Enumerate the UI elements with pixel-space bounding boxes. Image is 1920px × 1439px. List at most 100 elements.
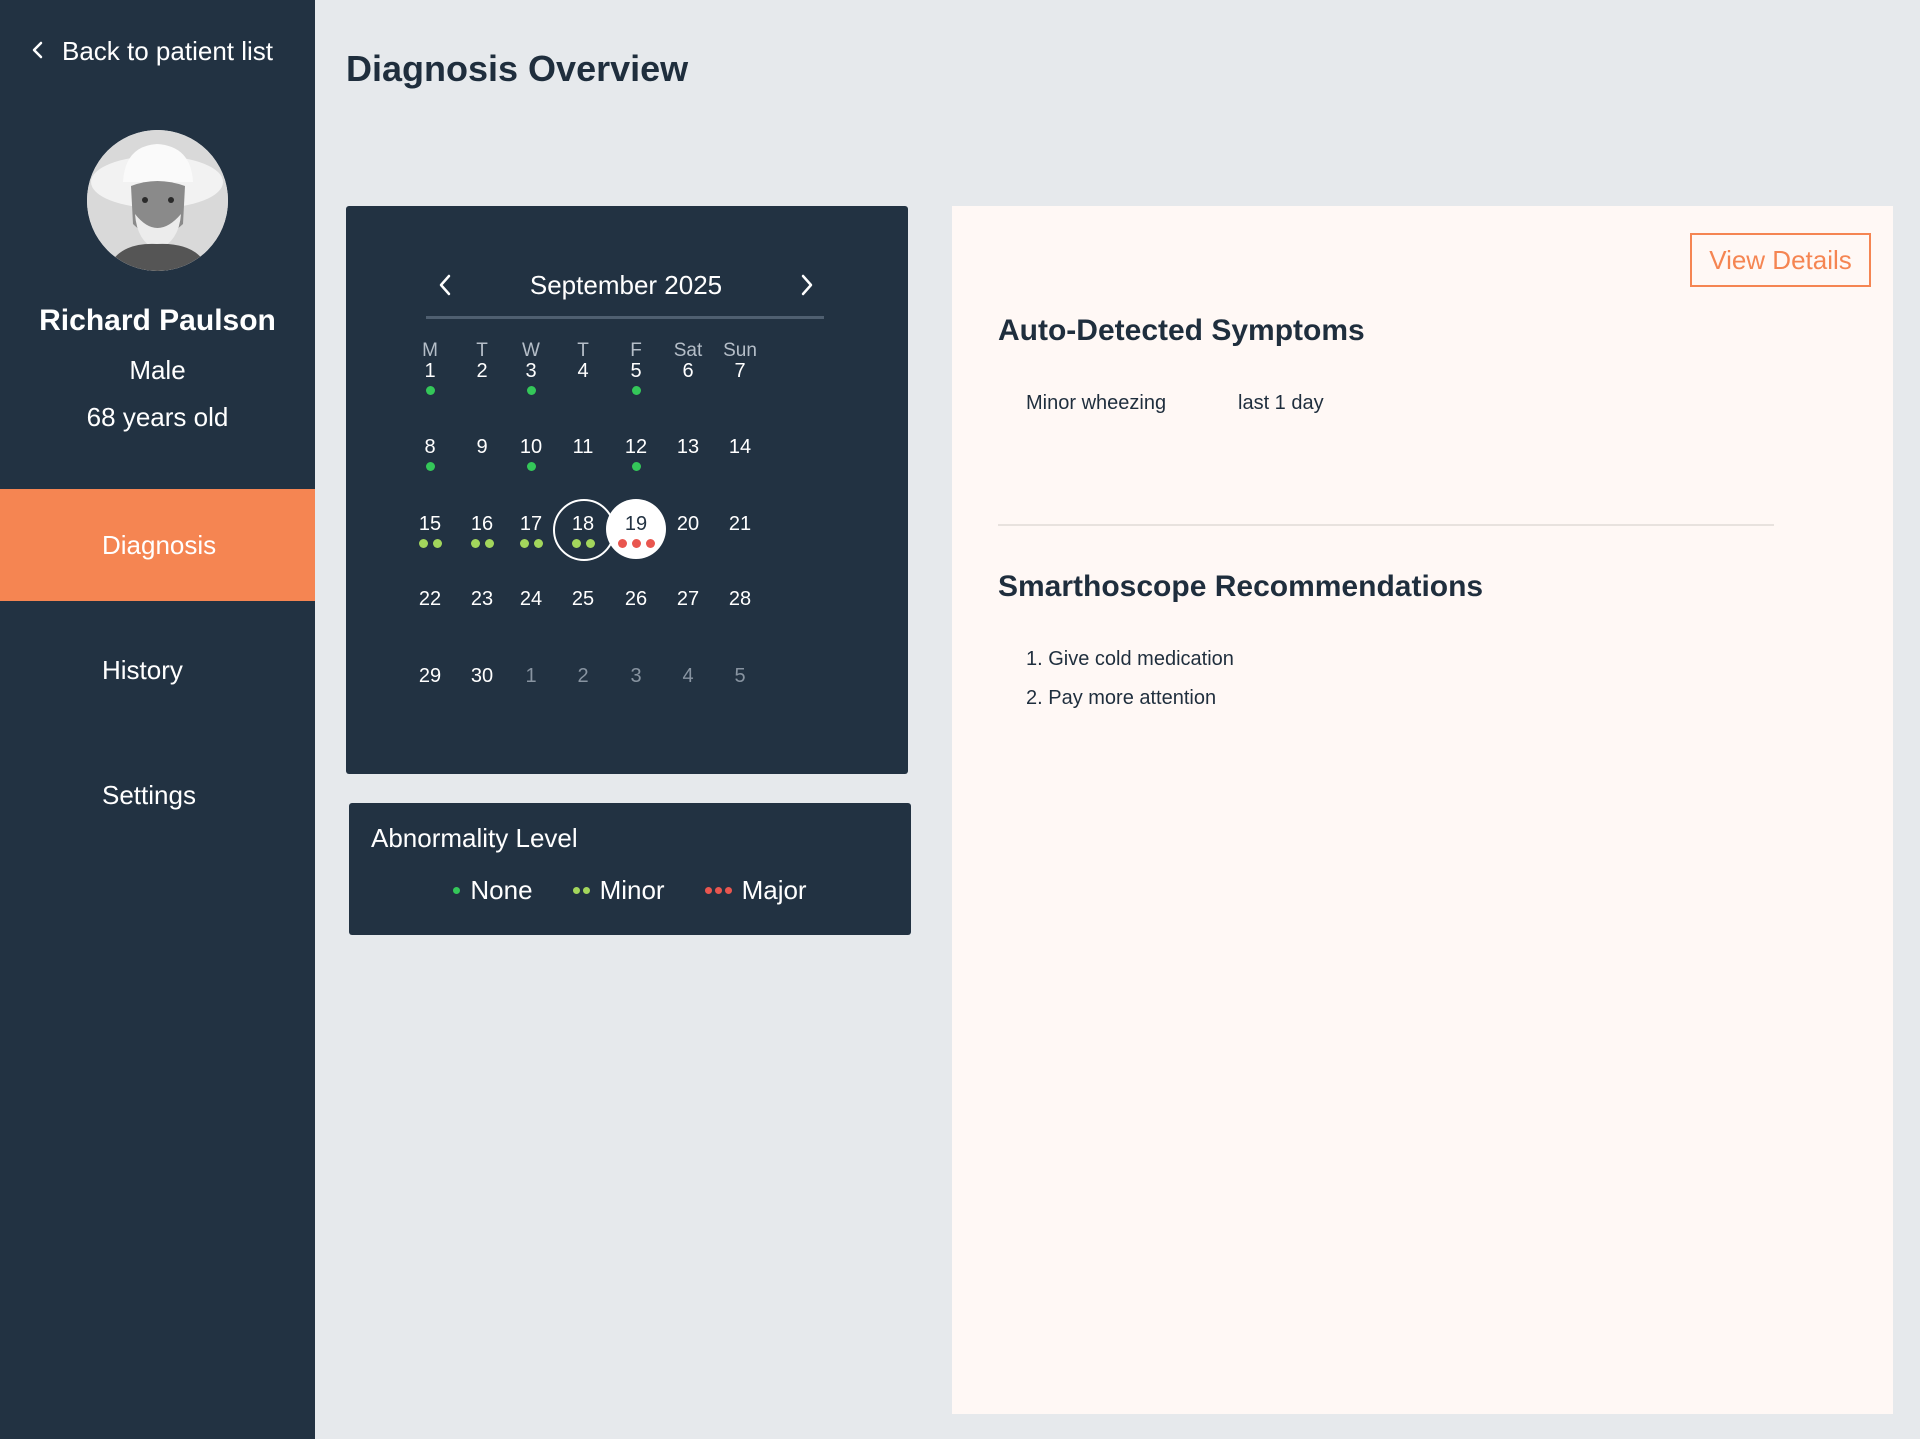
- day-number: 18: [571, 513, 595, 535]
- legend-dot: [704, 887, 712, 894]
- calendar-day[interactable]: 4: [658, 651, 718, 711]
- day-number: 26: [624, 588, 648, 610]
- calendar-divider: [426, 316, 824, 319]
- diagnosis-panel: View Details Auto-Detected Symptoms Mino…: [952, 206, 1893, 1414]
- abnormality-dot: [631, 539, 641, 548]
- abnormality-dot: [631, 386, 641, 395]
- chevron-left-icon: [30, 36, 46, 67]
- calendar-day[interactable]: 14: [710, 422, 770, 482]
- abnormality-dot: [533, 539, 543, 548]
- calendar-day[interactable]: 1: [400, 346, 460, 406]
- abnormality-dots: [553, 539, 613, 548]
- calendar-day[interactable]: 28: [710, 574, 770, 634]
- abnormality-dots: [606, 386, 666, 395]
- calendar-day[interactable]: 20: [658, 499, 718, 559]
- day-number: 27: [676, 588, 700, 610]
- recommendation-item: 1. Give cold medication: [1026, 648, 1234, 670]
- day-number: 1: [525, 665, 537, 687]
- day-number: 22: [418, 588, 442, 610]
- section-divider: [998, 524, 1774, 526]
- sidebar: Back to patient list Richard Paulson Mal…: [0, 0, 315, 1439]
- abnormality-dot: [484, 539, 494, 548]
- calendar-day[interactable]: 15: [400, 499, 460, 559]
- back-to-patient-list-link[interactable]: Back to patient list: [30, 36, 273, 67]
- calendar-day[interactable]: 18: [553, 499, 615, 561]
- calendar-day[interactable]: 4: [553, 346, 613, 406]
- calendar-day[interactable]: 29: [400, 651, 460, 711]
- abnormality-dots: [606, 539, 666, 548]
- day-number: 21: [728, 513, 752, 535]
- abnormality-dot: [425, 462, 435, 471]
- nav-item-history[interactable]: History: [0, 614, 315, 726]
- calendar-day[interactable]: 11: [553, 422, 613, 482]
- legend-label: None: [470, 875, 533, 905]
- day-number: 11: [572, 436, 594, 458]
- day-number: 4: [682, 665, 694, 687]
- calendar-day[interactable]: 3: [606, 651, 666, 711]
- abnormality-dots: [400, 386, 460, 395]
- calendar-day[interactable]: 22: [400, 574, 460, 634]
- calendar-day[interactable]: 19: [606, 499, 666, 559]
- calendar-day[interactable]: 5: [710, 651, 770, 711]
- day-number: 8: [424, 436, 436, 458]
- calendar: September 2025 M T W T F Sat Sun 1 2 3 4 5 6 7 8 9 10 11 1…: [346, 206, 908, 774]
- abnormality-dot: [526, 386, 536, 395]
- symptom-duration: last 1 day: [1238, 392, 1324, 414]
- calendar-day[interactable]: 25: [553, 574, 613, 634]
- abnormality-dots: [501, 462, 561, 471]
- nav-item-diagnosis[interactable]: Diagnosis: [0, 489, 315, 601]
- legend-dot: [714, 887, 722, 894]
- calendar-day[interactable]: 6: [658, 346, 718, 406]
- day-number: 19: [624, 513, 648, 535]
- day-number: 7: [734, 360, 746, 382]
- abnormality-dot: [418, 539, 428, 548]
- abnormality-dots: [400, 462, 460, 471]
- calendar-day[interactable]: 5: [606, 346, 666, 406]
- symptom-name: Minor wheezing: [1026, 392, 1167, 414]
- calendar-day[interactable]: 8: [400, 422, 460, 482]
- calendar-day[interactable]: 13: [658, 422, 718, 482]
- calendar-day[interactable]: 3: [501, 346, 561, 406]
- legend-title: Abnormality Level: [371, 823, 578, 853]
- abnormality-dot: [526, 462, 536, 471]
- chevron-right-icon: [799, 273, 815, 302]
- abnormality-dot: [631, 462, 641, 471]
- day-number: 6: [682, 360, 694, 382]
- page-title: Diagnosis Overview: [346, 48, 689, 89]
- day-number: 3: [630, 665, 642, 687]
- calendar-day[interactable]: 26: [606, 574, 666, 634]
- day-number: 10: [519, 436, 543, 458]
- calendar-day[interactable]: 12: [606, 422, 666, 482]
- nav-item-label: Diagnosis: [102, 529, 217, 560]
- view-details-button[interactable]: View Details: [1690, 233, 1871, 287]
- calendar-day[interactable]: 2: [553, 651, 613, 711]
- day-number: 2: [577, 665, 589, 687]
- calendar-day[interactable]: 10: [501, 422, 561, 482]
- legend-dots: [572, 887, 590, 894]
- legend-label: Major: [741, 875, 807, 905]
- day-number: 20: [676, 513, 700, 535]
- calendar-day[interactable]: 24: [501, 574, 561, 634]
- nav-item-label: History: [102, 654, 183, 685]
- calendar-day[interactable]: 7: [710, 346, 770, 406]
- calendar-day[interactable]: 27: [658, 574, 718, 634]
- calendar-day[interactable]: 1: [501, 651, 561, 711]
- day-number: 1: [424, 360, 436, 382]
- nav-item-settings[interactable]: Settings: [0, 739, 315, 851]
- back-label: Back to patient list: [62, 36, 273, 66]
- legend-label: Minor: [599, 875, 665, 905]
- nav-item-label: Settings: [102, 779, 196, 810]
- calendar-month-label: September 2025: [529, 270, 723, 300]
- abnormality-dots: [606, 462, 666, 471]
- day-number: 12: [624, 436, 648, 458]
- day-number: 28: [728, 588, 752, 610]
- abnormality-dots: [400, 539, 460, 548]
- calendar-day[interactable]: 17: [501, 499, 561, 559]
- calendar-day[interactable]: 21: [710, 499, 770, 559]
- abnormality-dot: [645, 539, 655, 548]
- day-number: 5: [734, 665, 746, 687]
- recommendation-item: 2. Pay more attention: [1026, 687, 1217, 709]
- next-month-button[interactable]: [792, 270, 822, 304]
- day-number: 14: [728, 436, 752, 458]
- abnormality-dot: [585, 539, 595, 548]
